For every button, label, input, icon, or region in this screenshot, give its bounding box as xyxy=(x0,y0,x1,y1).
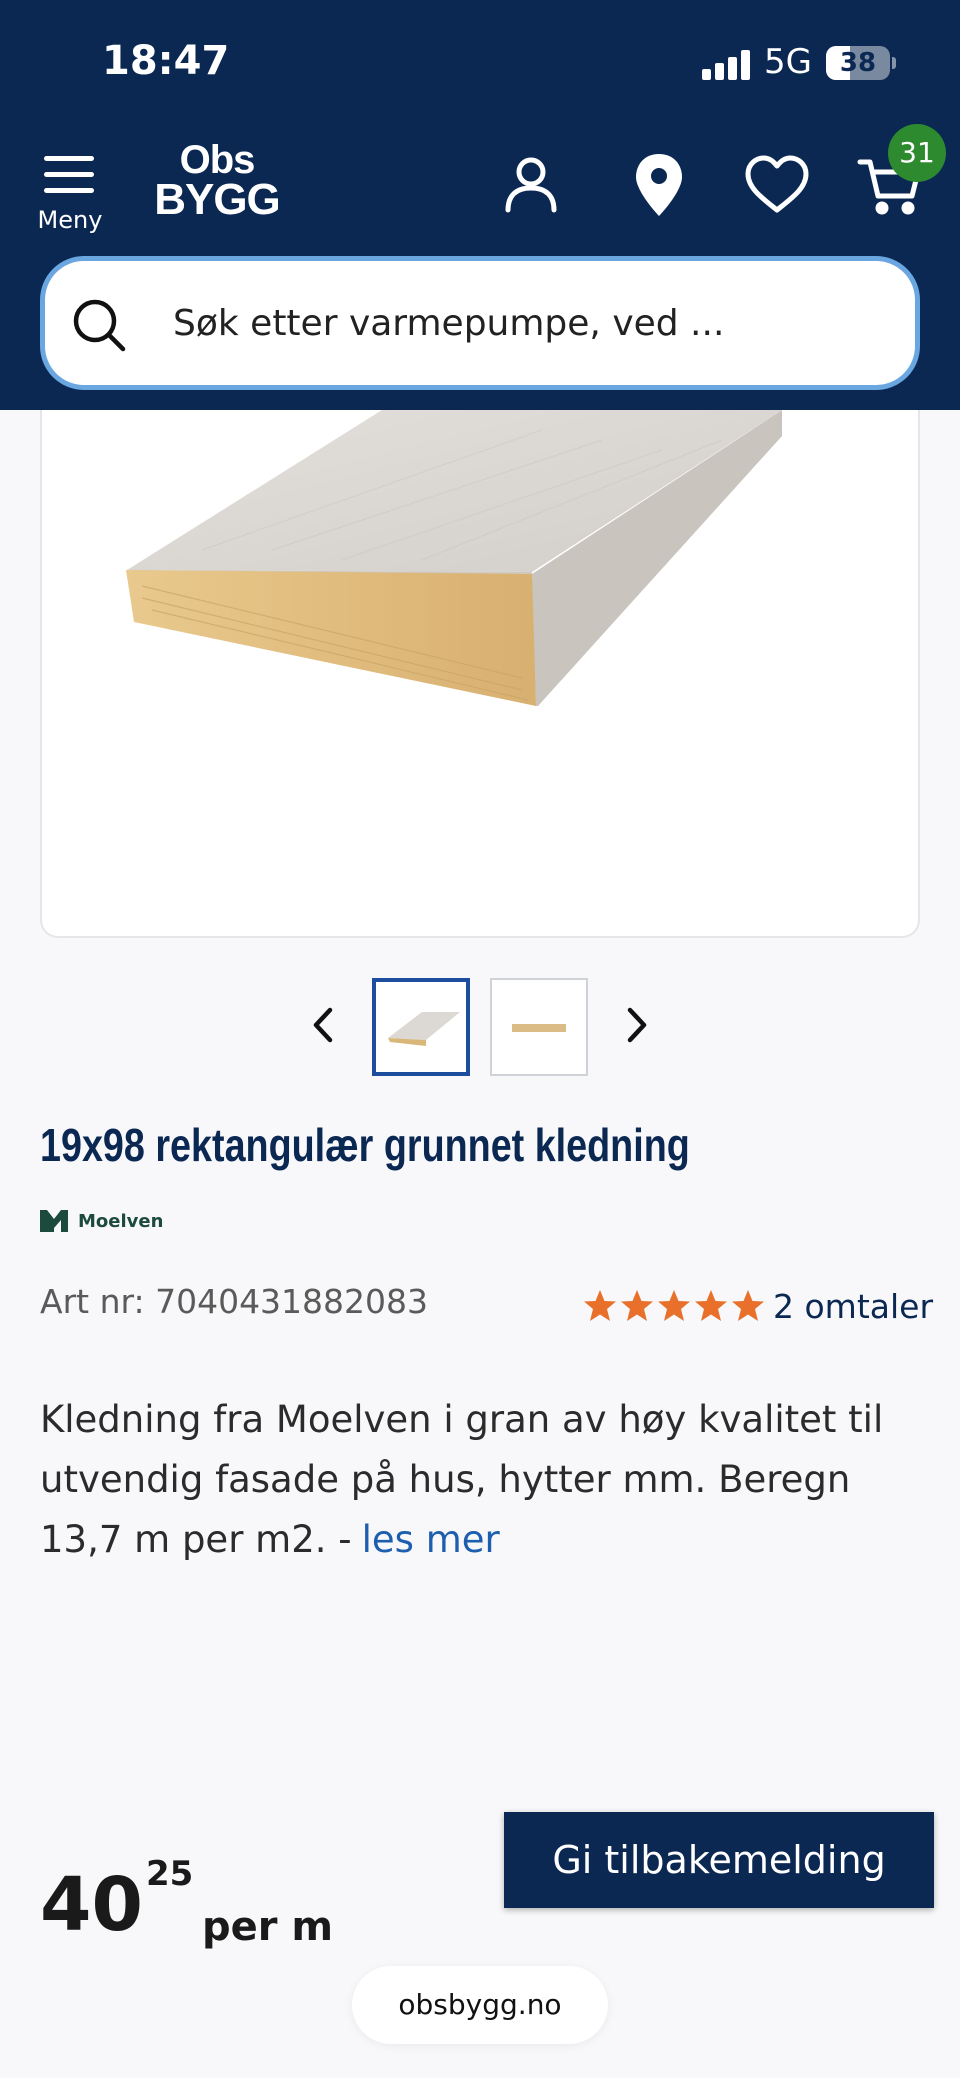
star-icon xyxy=(695,1290,727,1321)
hamburger-icon xyxy=(44,156,94,194)
battery-tip xyxy=(892,57,896,69)
cart-count-badge: 31 xyxy=(888,124,946,182)
image-carousel xyxy=(0,978,960,1078)
plank-thumbnail xyxy=(388,1012,460,1046)
logo-line2: BYGG xyxy=(154,175,281,224)
board-thumbnail xyxy=(512,1024,566,1032)
star-icon xyxy=(584,1290,616,1321)
chevron-right-icon[interactable] xyxy=(612,1000,662,1050)
star-icon xyxy=(658,1290,690,1321)
rating-stars xyxy=(582,1288,767,1324)
browser-url[interactable]: obsbygg.no xyxy=(352,1966,608,2044)
price-main: 40 xyxy=(40,1862,143,1948)
review-count[interactable]: 2 omtaler xyxy=(773,1287,933,1326)
thumbnail-2[interactable] xyxy=(490,978,588,1076)
account-icon[interactable] xyxy=(496,150,566,220)
brand-name: Moelven xyxy=(78,1210,164,1232)
search-input[interactable]: Søk etter varmepumpe, ved ... xyxy=(40,256,920,390)
price-unit: per m xyxy=(202,1904,334,1950)
heart-icon[interactable] xyxy=(742,150,812,220)
product-description: Kledning fra Moelven i gran av høy kvali… xyxy=(40,1390,920,1570)
battery-level: 38 xyxy=(839,48,877,78)
thumbnail-1[interactable] xyxy=(372,978,470,1076)
feedback-button[interactable]: Gi tilbakemelding xyxy=(504,1812,934,1908)
menu-label: Meny xyxy=(37,206,103,234)
star-icon xyxy=(732,1290,764,1321)
status-bar: 18:47 5G 38 xyxy=(0,0,960,130)
chevron-left-icon[interactable] xyxy=(298,1000,348,1050)
search-placeholder: Søk etter varmepumpe, ved ... xyxy=(173,303,725,344)
logo-line1: Obs xyxy=(179,138,256,182)
wood-plank-image xyxy=(126,410,782,706)
product-title: 19x98 rektangulær grunnet kledning xyxy=(40,1119,690,1171)
article-number: Art nr: 7040431882083 xyxy=(40,1282,429,1321)
battery-icon: 38 xyxy=(826,46,890,80)
signal-icon xyxy=(702,50,750,80)
obs-bygg-logo[interactable]: Obs BYGG xyxy=(152,140,282,240)
status-time: 18:47 xyxy=(102,38,230,84)
read-more-link[interactable]: les mer xyxy=(362,1518,500,1561)
network-type: 5G xyxy=(764,42,812,82)
menu-button[interactable]: Meny xyxy=(38,150,102,240)
rating[interactable]: 2 omtaler xyxy=(582,1284,933,1328)
star-icon xyxy=(621,1290,653,1321)
search-icon xyxy=(73,299,126,352)
product-image[interactable] xyxy=(40,410,920,938)
location-pin-icon[interactable] xyxy=(624,150,694,220)
price-cents: 25 xyxy=(146,1854,194,1894)
price: 40 25 per m xyxy=(40,1846,360,1956)
moelven-mark-icon xyxy=(40,1210,68,1232)
site-header: 18:47 5G 38 Meny Obs BYGG 31 Søk etter v… xyxy=(0,0,960,410)
brand-logo[interactable]: Moelven xyxy=(40,1206,163,1236)
